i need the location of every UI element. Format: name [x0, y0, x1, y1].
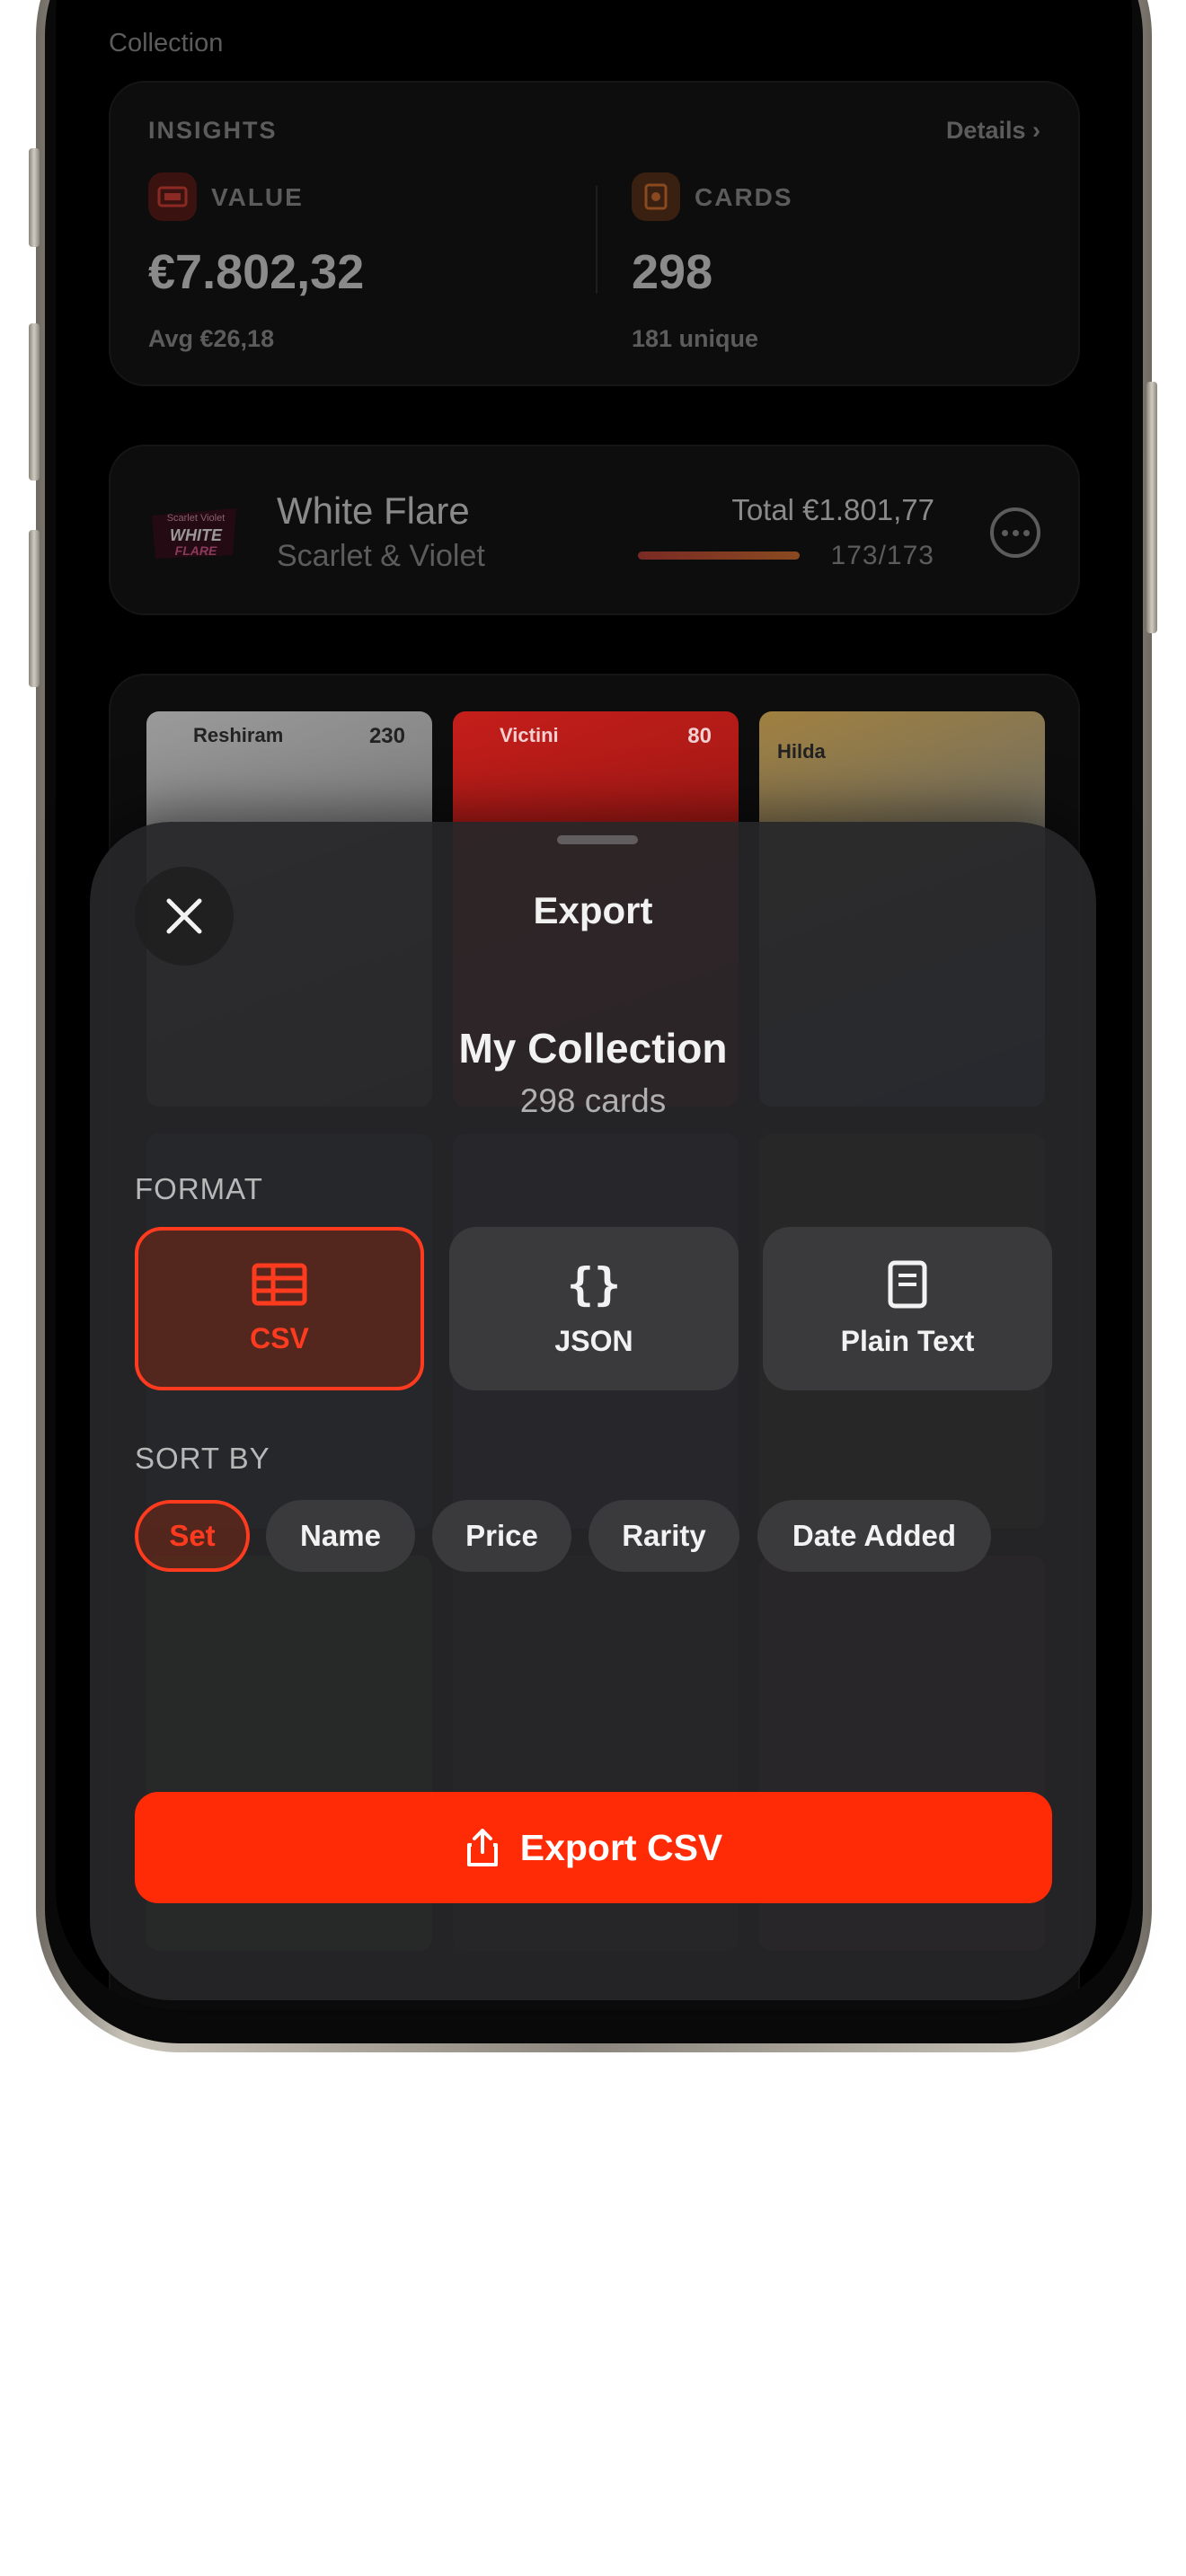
sheet-title: Export [533, 889, 653, 931]
card-name: Reshiram [193, 724, 284, 746]
chevron-right-icon: › [1032, 117, 1040, 144]
cards-icon [632, 172, 680, 221]
card-name: Victini [500, 724, 559, 746]
format-option-plain-text[interactable]: Plain Text [763, 1227, 1052, 1390]
export-sheet: Export My Collection 298 cards FORMAT CS… [90, 822, 1096, 2000]
volume-down-button [29, 530, 40, 687]
format-option-json[interactable]: {} JSON [449, 1227, 739, 1390]
insights-title: INSIGHTS [148, 117, 278, 144]
set-series: Scarlet & Violet [277, 539, 485, 573]
value-average: Avg €26,18 [148, 325, 275, 352]
value-icon [148, 172, 197, 221]
set-progress-bar [638, 551, 800, 560]
set-row[interactable]: Scarlet Violet WHITE FLARE White Flare S… [109, 445, 1080, 615]
stats-divider [596, 186, 597, 294]
table-icon [252, 1263, 307, 1305]
export-button[interactable]: Export CSV [135, 1792, 1052, 1903]
export-button-label: Export CSV [519, 1826, 723, 1868]
white-flare-logo: Scarlet Violet WHITE FLARE [146, 496, 245, 568]
action-button [29, 148, 40, 247]
details-label: Details [945, 117, 1026, 144]
collection-name: My Collection [458, 1025, 728, 1072]
insights-card: INSIGHTS Details › VALUE €7.802,32 Avg €… [109, 81, 1080, 386]
card-name: Hilda [777, 740, 826, 763]
sort-option-price[interactable]: Price [432, 1500, 571, 1572]
document-icon [888, 1260, 927, 1308]
sort-by-header: SORT BY [135, 1442, 270, 1475]
set-card-count: 173/173 [830, 541, 934, 570]
sheet-grabber[interactable] [557, 835, 638, 844]
insights-details-link[interactable]: Details › [946, 117, 1040, 145]
more-options-icon[interactable] [990, 507, 1040, 558]
cards-amount: 298 [632, 245, 713, 299]
card-hp: 80 [687, 724, 712, 748]
sort-option-name[interactable]: Name [266, 1500, 415, 1572]
format-label: CSV [250, 1321, 309, 1354]
sort-option-date-added[interactable]: Date Added [757, 1500, 991, 1572]
cards-unique: 181 unique [632, 325, 759, 352]
logo-top-text: Scarlet Violet [167, 513, 226, 524]
format-header: FORMAT [135, 1172, 263, 1205]
set-name: White Flare [277, 490, 470, 532]
svg-text:FLARE: FLARE [175, 543, 217, 558]
cards-label: CARDS [695, 183, 793, 211]
collection-card-count: 298 cards [519, 1082, 667, 1119]
card-hp: 230 [368, 724, 405, 748]
share-icon [466, 1829, 498, 1866]
format-label: JSON [554, 1324, 633, 1357]
collection-section-label: Collection [109, 29, 224, 57]
svg-text:WHITE: WHITE [170, 526, 223, 544]
sort-option-rarity[interactable]: Rarity [589, 1500, 739, 1572]
format-label: Plain Text [840, 1324, 975, 1357]
set-total-value: Total €1.801,77 [731, 493, 934, 526]
format-option-csv[interactable]: CSV [135, 1227, 424, 1390]
value-label: VALUE [211, 183, 304, 211]
braces-icon: {} [566, 1257, 622, 1310]
power-button [1146, 382, 1157, 633]
value-amount: €7.802,32 [148, 245, 365, 299]
sort-option-set[interactable]: Set [135, 1500, 250, 1572]
volume-up-button [29, 323, 40, 481]
